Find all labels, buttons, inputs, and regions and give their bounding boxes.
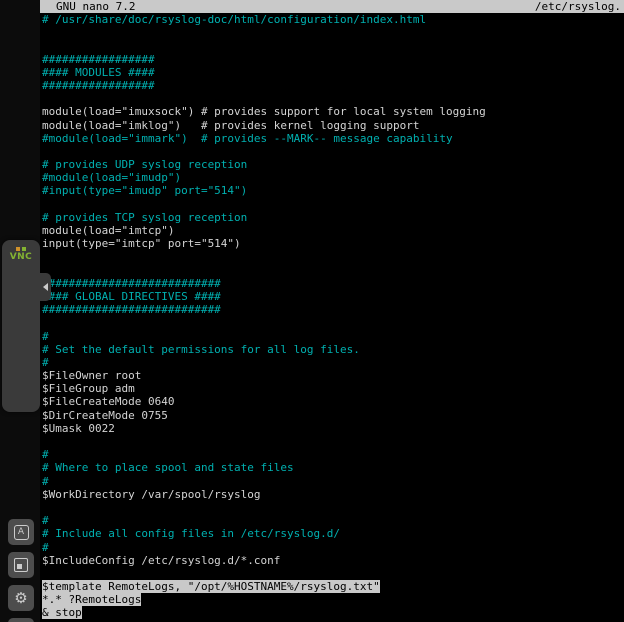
terminal-window[interactable]: GNU nano 7.2 /etc/rsyslog. # /usr/share/…: [40, 0, 624, 622]
editor-line: # Include all config files in /etc/rsysl…: [42, 527, 624, 540]
editor-line: $FileOwner root: [42, 369, 624, 382]
logo-dot-green: [22, 247, 26, 251]
editor-line: [42, 92, 624, 105]
editor-line: [42, 316, 624, 329]
gear-icon: ⚙: [14, 591, 27, 606]
editor-line: #input(type="imudp" port="514"): [42, 184, 624, 197]
editor-line: #### MODULES ####: [42, 66, 624, 79]
editor-line: [42, 567, 624, 580]
clipboard-icon: A: [14, 525, 29, 540]
editor-line: #module(load="imudp"): [42, 171, 624, 184]
settings-button[interactable]: ⚙: [8, 585, 34, 611]
editor-line: $IncludeConfig /etc/rsyslog.d/*.conf: [42, 554, 624, 567]
editor-line: #: [42, 330, 624, 343]
panel-collapse-handle[interactable]: [40, 273, 51, 301]
editor-line: # provides TCP syslog reception: [42, 211, 624, 224]
novnc-control-bar: VNC A ⚙: [2, 240, 40, 412]
editor-line: #module(load="immark") # provides --MARK…: [42, 132, 624, 145]
editor-line: #: [42, 541, 624, 554]
nano-filename-label: /etc/rsyslog.: [535, 0, 621, 13]
editor-line: $WorkDirectory /var/spool/rsyslog: [42, 488, 624, 501]
editor-line: #: [42, 356, 624, 369]
editor-line: # provides UDP syslog reception: [42, 158, 624, 171]
screen: GNU nano 7.2 /etc/rsyslog. # /usr/share/…: [0, 0, 624, 622]
nano-version-label: GNU nano 7.2: [56, 0, 135, 13]
editor-line: #################: [42, 53, 624, 66]
fullscreen-icon: [14, 558, 28, 572]
editor-line: #### GLOBAL DIRECTIVES ####: [42, 290, 624, 303]
editor-line: [42, 39, 624, 52]
editor-line: $DirCreateMode 0755: [42, 409, 624, 422]
editor-line: [42, 250, 624, 263]
editor-line: # /usr/share/doc/rsyslog-doc/html/config…: [42, 13, 624, 26]
editor-line: #################: [42, 79, 624, 92]
editor-line: #: [42, 475, 624, 488]
editor-line: module(load="imtcp"): [42, 224, 624, 237]
editor-line: module(load="imklog") # provides kernel …: [42, 119, 624, 132]
novnc-logo-text: VNC: [2, 252, 40, 263]
editor-line: module(load="imuxsock") # provides suppo…: [42, 105, 624, 118]
editor-line: ###########################: [42, 303, 624, 316]
editor-content[interactable]: # /usr/share/doc/rsyslog-doc/html/config…: [42, 13, 624, 620]
power-button[interactable]: [8, 618, 34, 622]
nano-titlebar: GNU nano 7.2 /etc/rsyslog.: [40, 0, 624, 13]
editor-line: $FileCreateMode 0640: [42, 395, 624, 408]
fullscreen-button[interactable]: [8, 552, 34, 578]
editor-line: # Where to place spool and state files: [42, 461, 624, 474]
editor-line: & stop: [42, 606, 624, 619]
novnc-logo: VNC: [2, 247, 40, 263]
editor-line: [42, 435, 624, 448]
logo-dot-orange: [16, 247, 20, 251]
editor-line: # Set the default permissions for all lo…: [42, 343, 624, 356]
chevron-left-icon: [43, 283, 48, 291]
editor-line: [42, 26, 624, 39]
editor-line: [42, 264, 624, 277]
editor-line: [42, 145, 624, 158]
clipboard-button[interactable]: A: [8, 519, 34, 545]
editor-line: [42, 501, 624, 514]
editor-line: #: [42, 448, 624, 461]
editor-line: [42, 198, 624, 211]
editor-line: input(type="imtcp" port="514"): [42, 237, 624, 250]
editor-line: $template RemoteLogs, "/opt/%HOSTNAME%/r…: [42, 580, 624, 593]
editor-line: $Umask 0022: [42, 422, 624, 435]
editor-line: *.* ?RemoteLogs: [42, 593, 624, 606]
editor-line: $FileGroup adm: [42, 382, 624, 395]
editor-line: #: [42, 514, 624, 527]
editor-line: ###########################: [42, 277, 624, 290]
